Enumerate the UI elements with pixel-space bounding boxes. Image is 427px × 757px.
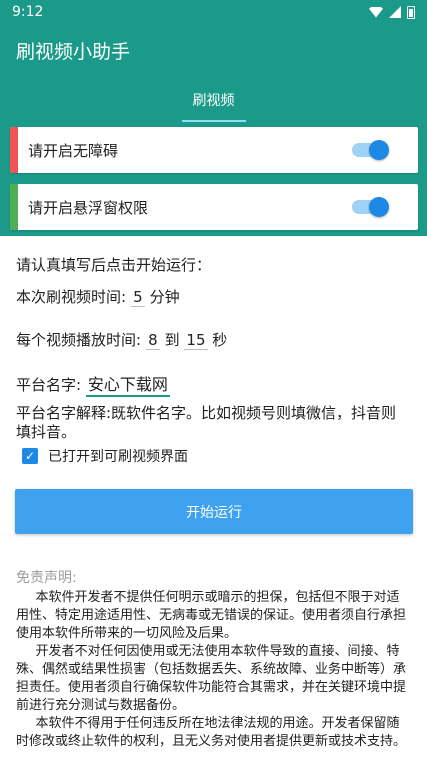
toggle-knob xyxy=(369,197,389,217)
duration-row: 本次刷视频时间: 5 分钟 xyxy=(16,286,180,307)
play-min-input[interactable]: 8 xyxy=(145,331,160,350)
tab-bar: 刷视频 xyxy=(0,76,427,124)
accessibility-card[interactable]: 请开启无障碍 xyxy=(10,127,418,173)
disclaimer-paragraph: 开发者不对任何因使用或无法使用本软件导致的直接、间接、特殊、偶然或结果性损害（包… xyxy=(16,644,407,713)
duration-unit: 分钟 xyxy=(149,288,180,306)
form-intro: 请认真填写后点击开始运行： xyxy=(16,256,212,274)
tab-brush-video[interactable]: 刷视频 xyxy=(181,76,246,124)
card-accent-bar xyxy=(10,184,18,230)
play-max-input[interactable]: 15 xyxy=(184,331,208,350)
duration-input[interactable]: 5 xyxy=(130,288,145,307)
platform-explanation: 平台名字解释:既软件名字。比如视频号则填微信，抖音则填抖音。 xyxy=(16,404,397,441)
accessibility-label: 请开启无障碍 xyxy=(28,141,119,160)
accessibility-toggle[interactable] xyxy=(352,140,389,160)
overlay-permission-toggle[interactable] xyxy=(352,197,389,217)
battery-icon xyxy=(407,5,415,19)
status-icons xyxy=(369,5,415,19)
play-unit: 秒 xyxy=(212,331,228,349)
play-to-label: 到 xyxy=(164,331,180,349)
signal-icon xyxy=(389,6,401,18)
app-title: 刷视频小助手 xyxy=(16,40,131,63)
platform-label: 平台名字: xyxy=(16,376,82,394)
play-time-label: 每个视频播放时间: xyxy=(16,331,142,349)
checkbox-label: 已打开到可刷视频界面 xyxy=(48,449,188,465)
check-icon[interactable]: ✓ xyxy=(22,448,38,464)
app-bar: 刷视频小助手 xyxy=(0,24,427,76)
overlay-permission-label: 请开启悬浮窗权限 xyxy=(28,198,149,217)
disclaimer-paragraph: 本软件开发者不提供任何明示或暗示的担保，包括但不限于对适用性、特定用途适用性、无… xyxy=(16,590,407,641)
play-time-row: 每个视频播放时间: 8 到 15 秒 xyxy=(16,329,227,350)
disclaimer: 免责声明: 本软件开发者不提供任何明示或暗示的担保，包括但不限于对适用性、特定用… xyxy=(16,569,411,751)
card-accent-bar xyxy=(10,127,18,173)
platform-row: 平台名字: 安心下载网 xyxy=(16,371,170,397)
disclaimer-paragraph: 本软件不得用于任何违反所在地法律法规的用途。开发者保留随时修改或终止软件的权利，… xyxy=(16,716,407,749)
start-button[interactable]: 开始运行 xyxy=(15,489,413,534)
overlay-permission-card[interactable]: 请开启悬浮窗权限 xyxy=(10,184,418,230)
checkbox-row[interactable]: ✓ 已打开到可刷视频界面 xyxy=(16,446,188,466)
disclaimer-title: 免责声明: xyxy=(16,570,77,586)
duration-label: 本次刷视频时间: xyxy=(16,288,127,306)
wifi-icon xyxy=(369,6,383,18)
status-time: 9:12 xyxy=(12,4,44,20)
platform-input[interactable]: 安心下载网 xyxy=(85,371,170,397)
status-bar: 9:12 xyxy=(0,0,427,24)
toggle-knob xyxy=(369,140,389,160)
